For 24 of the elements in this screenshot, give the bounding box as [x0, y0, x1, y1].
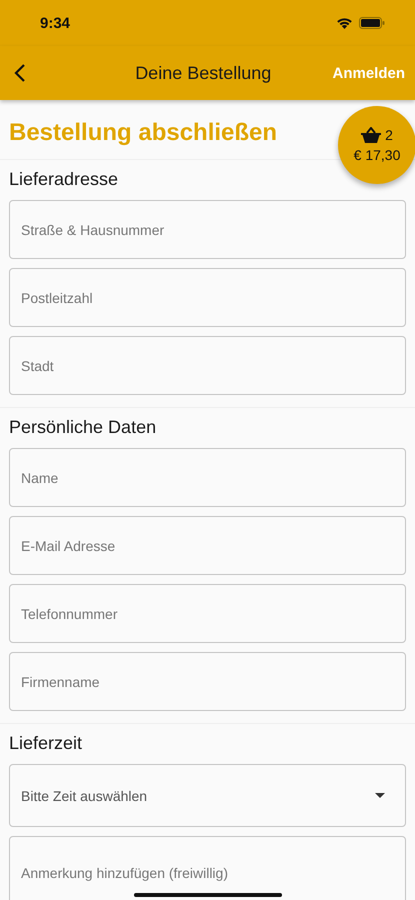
nav-title: Deine Bestellung: [134, 62, 272, 84]
section-title: Lieferzeit: [9, 732, 84, 755]
cart-count: 2: [385, 127, 393, 143]
input-field[interactable]: Straße & Hausnummer: [9, 200, 406, 259]
time-dropdown[interactable]: Bitte Zeit auswählen: [9, 764, 406, 827]
page-title: Bestellung abschließen: [9, 119, 278, 147]
input-field[interactable]: Firmenname: [9, 652, 406, 711]
note-placeholder: Anmerkung hinzufügen (freiwillig): [21, 865, 228, 881]
cart-button[interactable]: 2 € 17,30: [338, 106, 415, 184]
dropdown-caret-icon: [375, 793, 385, 798]
input-field[interactable]: Stadt: [9, 336, 406, 395]
input-field[interactable]: Name: [9, 448, 406, 507]
basket-icon: [361, 127, 382, 143]
input-field[interactable]: E-Mail Adresse: [9, 516, 406, 575]
battery-icon: [359, 17, 385, 29]
input-field[interactable]: Telefonnummer: [9, 584, 406, 643]
wifi-icon: [336, 17, 353, 29]
section-title: Lieferadresse: [9, 168, 120, 191]
status-time: 9:34: [40, 14, 70, 32]
dropdown-placeholder: Bitte Zeit auswählen: [21, 788, 148, 804]
section-title: Persönliche Daten: [9, 416, 158, 439]
note-field[interactable]: Anmerkung hinzufügen (freiwillig): [9, 836, 406, 900]
input-field[interactable]: Postleitzahl: [9, 268, 406, 327]
cart-total: € 17,30: [354, 147, 400, 163]
